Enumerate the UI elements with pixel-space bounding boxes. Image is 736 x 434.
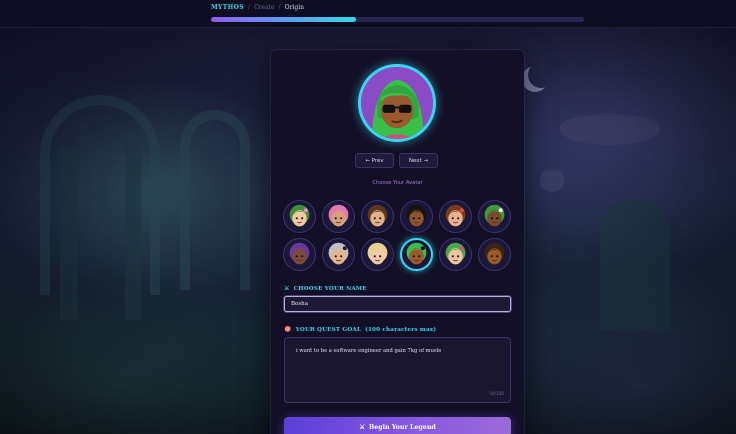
avatar-option-brown-skin-short-hair-avatar[interactable] [478, 238, 511, 271]
breadcrumb: MYTHOS / Create / Origin [211, 4, 304, 11]
brown-hair-boy-avatar-icon [367, 204, 388, 227]
avatar-option-purple-hair-avatar[interactable] [283, 238, 316, 271]
avatar-option-flower-crown-avatar[interactable] [283, 200, 316, 233]
crossed-swords-icon: ⚔ [359, 423, 365, 431]
top-bar: MYTHOS / Create / Origin [0, 0, 736, 28]
crossed-swords-icon: ⚔ [284, 285, 290, 292]
quest-goal-label: 🎯 YOUR QUEST GOAL (100 characters max) [284, 326, 436, 333]
selected-avatar-preview [358, 64, 436, 142]
avatar-portrait-icon [361, 67, 433, 139]
avatar-option-green-hair-sunglasses-avatar[interactable] [400, 238, 433, 271]
step-progress-bar [211, 17, 584, 22]
avatar-option-dark-skin-smiling-avatar[interactable] [400, 200, 433, 233]
avatar-option-blonde-hair-avatar[interactable] [361, 238, 394, 271]
breadcrumb-separator: / [278, 4, 281, 11]
flower-crown-avatar-icon [289, 204, 310, 227]
avatar-option-green-dreadlocks-avatar[interactable] [478, 200, 511, 233]
avatar-option-pink-curly-avatar[interactable] [322, 200, 355, 233]
quest-goal-limit: (100 characters max) [365, 326, 437, 333]
brand-logo[interactable]: MYTHOS [211, 4, 244, 11]
green-dreadlocks-avatar-icon [484, 204, 505, 227]
breadcrumb-separator: / [248, 4, 251, 11]
breadcrumb-current: Origin [284, 4, 304, 11]
grey-hair-sunglasses-avatar-icon [328, 242, 349, 265]
green-hair-sunglasses-avatar-icon [406, 242, 427, 265]
dark-skin-smiling-avatar-icon [406, 204, 427, 227]
blonde-hair-avatar-icon [367, 242, 388, 265]
begin-legend-label: Begin Your Legend [368, 423, 436, 431]
name-input[interactable] [284, 296, 511, 312]
character-creation-card: ← Prev Next → Choose Your Avatar ⚔ CHOOS… [271, 50, 524, 434]
target-icon: 🎯 [284, 326, 292, 333]
choose-avatar-caption: Choose Your Avatar [372, 180, 423, 186]
green-leaf-hair-avatar-icon [445, 242, 466, 265]
avatar-option-red-flower-girl-avatar[interactable] [439, 200, 472, 233]
red-flower-girl-avatar-icon [445, 204, 466, 227]
avatar-option-green-leaf-hair-avatar[interactable] [439, 238, 472, 271]
progress-fill [211, 17, 357, 22]
name-label: ⚔ CHOOSE YOUR NAME [284, 285, 367, 292]
avatar-option-brown-hair-boy-avatar[interactable] [361, 200, 394, 233]
prev-avatar-button[interactable]: ← Prev [355, 153, 394, 168]
breadcrumb-create[interactable]: Create [254, 4, 275, 11]
quest-goal-text: i want to be a software engineer and gai… [296, 348, 442, 354]
pink-curly-avatar-icon [328, 204, 349, 227]
brown-skin-short-hair-avatar-icon [484, 242, 505, 265]
begin-legend-button[interactable]: ⚔ Begin Your Legend [284, 417, 511, 434]
quest-goal-label-text: YOUR QUEST GOAL [295, 326, 362, 333]
avatar-grid [283, 200, 511, 271]
purple-hair-avatar-icon [289, 242, 310, 265]
name-label-text: CHOOSE YOUR NAME [293, 285, 367, 292]
character-count: 54/100 [489, 391, 504, 396]
avatar-option-grey-hair-sunglasses-avatar[interactable] [322, 238, 355, 271]
next-avatar-button[interactable]: Next → [399, 153, 438, 168]
quest-goal-textarea[interactable]: i want to be a software engineer and gai… [284, 337, 511, 403]
